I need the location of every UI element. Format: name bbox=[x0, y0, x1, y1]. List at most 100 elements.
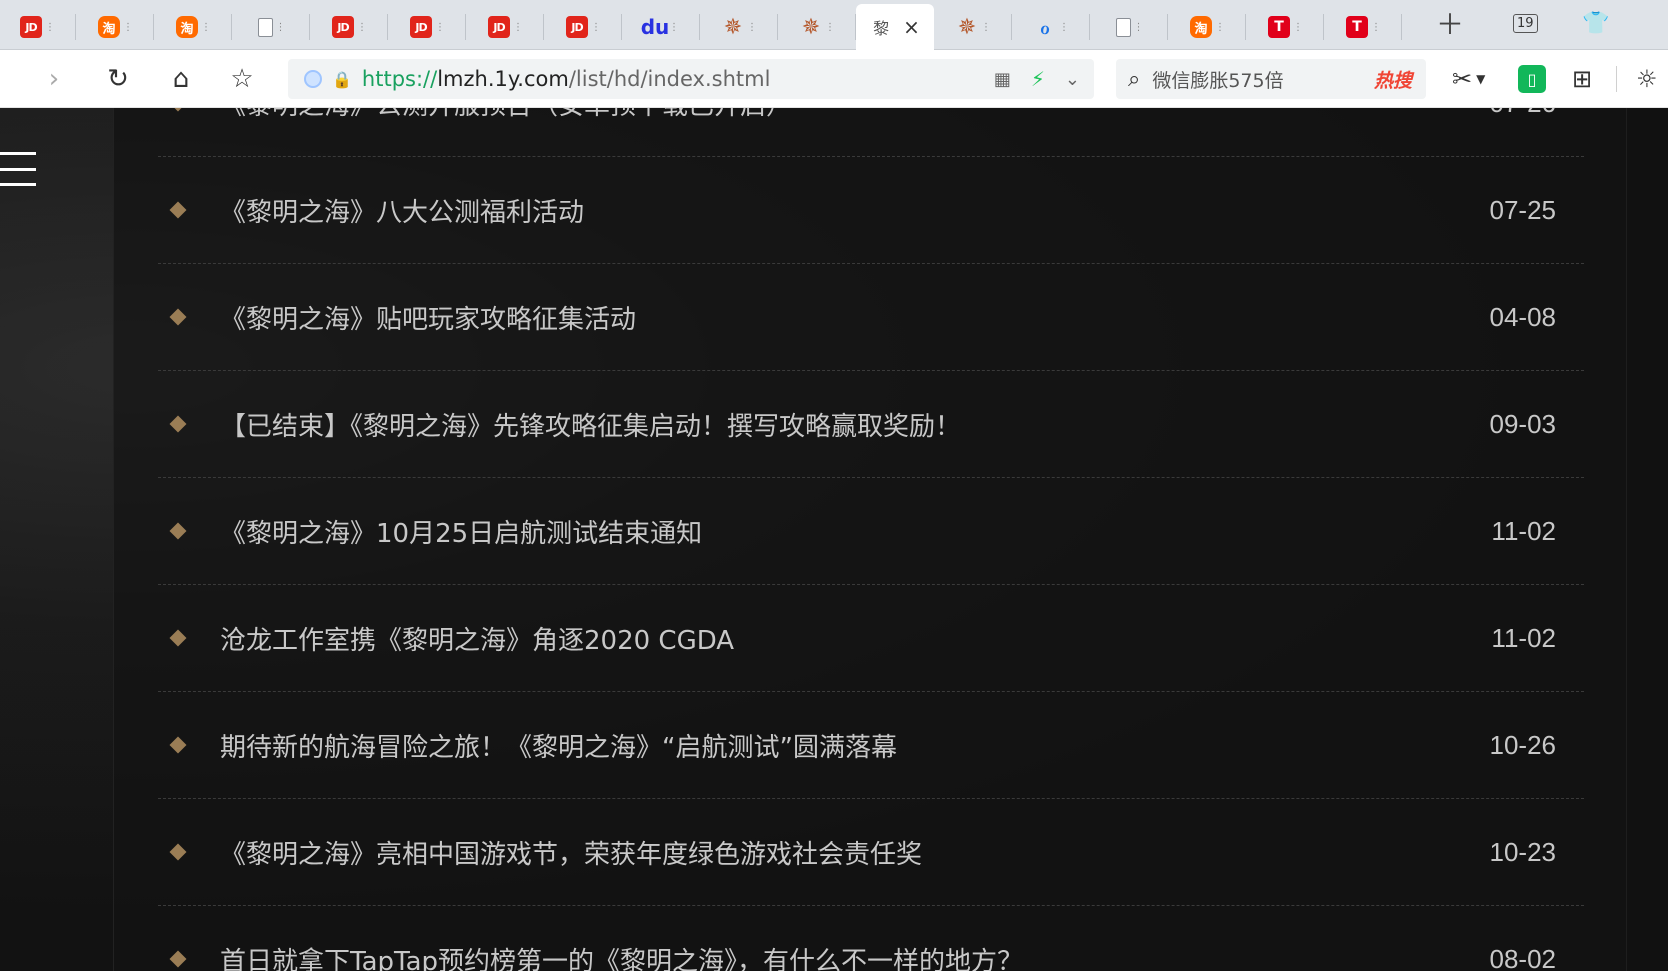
browser-tab[interactable]: T ⋮ bbox=[1324, 4, 1402, 50]
news-item[interactable]: 《黎明之海》公测开服预告（安卓预下载已开启） 07-26 bbox=[158, 108, 1584, 157]
close-tab-icon[interactable]: × bbox=[903, 15, 920, 39]
tab-overflow-icon: ⋮ bbox=[45, 21, 55, 33]
news-item[interactable]: 首日就拿下TapTap预约榜第一的《黎明之海》，有什么不一样的地方？ 08-02 bbox=[158, 906, 1584, 971]
apps-grid-icon[interactable]: ⊞ bbox=[1572, 50, 1592, 108]
tab-separator bbox=[1401, 14, 1402, 40]
browser-tab[interactable]: ✵ ⋮ bbox=[700, 4, 778, 50]
document-icon bbox=[1115, 17, 1131, 37]
news-item[interactable]: 【已结束】《黎明之海》先锋攻略征集启动！撰写攻略赢取奖励！ 09-03 bbox=[158, 371, 1584, 478]
news-date: 07-25 bbox=[1489, 194, 1557, 225]
browser-tab[interactable]: T ⋮ bbox=[1246, 4, 1324, 50]
news-date: 11-02 bbox=[1491, 515, 1556, 546]
news-item[interactable]: 期待新的航海冒险之旅！《黎明之海》“启航测试”圆满落幕 10-26 bbox=[158, 692, 1584, 799]
reload-icon[interactable]: ↻ bbox=[98, 50, 138, 108]
qr-code-icon[interactable]: ▦ bbox=[994, 69, 1011, 90]
tab-overflow-icon: ⋮ bbox=[591, 21, 601, 33]
diamond-bullet-icon bbox=[169, 415, 187, 433]
news-panel: 《黎明之海》公测开服预告（安卓预下载已开启） 07-26 《黎明之海》八大公测福利活… bbox=[113, 108, 1627, 971]
navigation-bar: › ↻ ⌂ ☆ 🔒 https://lmzh.1y.com/list/hd/in… bbox=[0, 50, 1668, 108]
news-item[interactable]: 沧龙工作室携《黎明之海》角逐2020 CGDA 11-02 bbox=[158, 585, 1584, 692]
tab-bar: JD ⋮ 淘 ⋮ 淘 ⋮ ⋮ JD ⋮ JD ⋮ JD ⋮ JD ⋮ du ⋮ ✵ ⋮ ✵ ⋮ 黎 × ✵ ⋮ ℴ ⋮ ⋮ 淘 ⋮ T ⋮ T ⋮… bbox=[0, 0, 1668, 50]
tab-overflow-icon: ⋮ bbox=[747, 21, 757, 33]
chevron-down-icon[interactable]: ⌄ bbox=[1065, 69, 1080, 90]
browser-tab[interactable]: 淘 ⋮ bbox=[154, 4, 232, 50]
home-icon[interactable]: ⌂ bbox=[161, 50, 201, 108]
tab-overflow-icon: ⋮ bbox=[513, 21, 523, 33]
news-item[interactable]: 《黎明之海》贴吧玩家攻略征集活动 04-08 bbox=[158, 264, 1584, 371]
hot-search-badge[interactable]: 热搜 bbox=[1374, 66, 1412, 93]
tab-overflow-icon: ⋮ bbox=[825, 21, 835, 33]
news-title[interactable]: 期待新的航海冒险之旅！《黎明之海》“启航测试”圆满落幕 bbox=[220, 727, 897, 764]
browser-tab[interactable]: 淘 ⋮ bbox=[76, 4, 154, 50]
news-title[interactable]: 【已结束】《黎明之海》先锋攻略征集启动！撰写攻略赢取奖励！ bbox=[220, 406, 961, 443]
page-content: 《黎明之海》公测开服预告（安卓预下载已开启） 07-26 《黎明之海》八大公测福利活… bbox=[0, 108, 1668, 971]
jd-icon: JD bbox=[410, 16, 432, 38]
tab-overflow-icon: ⋮ bbox=[201, 21, 211, 33]
browser-tab[interactable]: JD ⋮ bbox=[0, 4, 76, 50]
url-text: https://lmzh.1y.com/list/hd/index.shtml bbox=[361, 67, 771, 91]
taobao-icon: 淘 bbox=[1190, 16, 1212, 38]
address-bar[interactable]: 🔒 https://lmzh.1y.com/list/hd/index.shtm… bbox=[288, 59, 1094, 99]
toolbar-divider bbox=[1616, 66, 1617, 92]
tab-count-button[interactable]: 19 bbox=[1513, 0, 1538, 46]
reader-button[interactable]: ▯ bbox=[1518, 50, 1546, 108]
news-item[interactable]: 《黎明之海》10月25日启航测试结束通知 11-02 bbox=[158, 478, 1584, 585]
tab-overflow-icon: ⋮ bbox=[435, 21, 445, 33]
browser-tab[interactable]: ℴ ⋮ bbox=[1012, 4, 1090, 50]
search-icon: ⌕ bbox=[1128, 66, 1141, 92]
tmall-icon: T bbox=[1268, 16, 1290, 38]
news-title[interactable]: 沧龙工作室携《黎明之海》角逐2020 CGDA bbox=[220, 620, 734, 657]
browser-tab[interactable]: 黎 × bbox=[856, 4, 934, 50]
tab-overflow-icon: ⋮ bbox=[1059, 21, 1069, 33]
browser-tab[interactable]: ✵ ⋮ bbox=[934, 4, 1012, 50]
news-title[interactable]: 《黎明之海》八大公测福利活动 bbox=[220, 192, 584, 229]
news-title[interactable]: 首日就拿下TapTap预约榜第一的《黎明之海》，有什么不一样的地方？ bbox=[220, 941, 1023, 971]
news-item[interactable]: 《黎明之海》八大公测福利活动 07-25 bbox=[158, 157, 1584, 264]
gear-icon: ✵ bbox=[957, 14, 977, 40]
news-date: 10-23 bbox=[1489, 836, 1557, 867]
forward-icon[interactable]: › bbox=[34, 50, 74, 108]
browser-tab[interactable]: ✵ ⋮ bbox=[778, 4, 856, 50]
diamond-bullet-icon bbox=[169, 522, 187, 540]
news-title[interactable]: 《黎明之海》贴吧玩家攻略征集活动 bbox=[220, 299, 636, 336]
lightning-icon[interactable]: ⚡ bbox=[1031, 67, 1045, 91]
browser-tab[interactable]: JD ⋮ bbox=[310, 4, 388, 50]
baidu-icon: du bbox=[640, 15, 670, 39]
diamond-bullet-icon bbox=[169, 108, 187, 112]
tmall-icon: T bbox=[1346, 16, 1368, 38]
brightness-icon[interactable]: ☼ bbox=[1636, 50, 1658, 108]
skin-icon[interactable]: 👕 bbox=[1582, 0, 1609, 46]
browser-tab[interactable]: ⋮ bbox=[232, 4, 310, 50]
hamburger-menu-icon[interactable] bbox=[0, 152, 36, 186]
taobao-icon: 淘 bbox=[98, 16, 120, 38]
diamond-bullet-icon bbox=[169, 736, 187, 754]
diamond-bullet-icon bbox=[169, 201, 187, 219]
jd-icon: JD bbox=[332, 16, 354, 38]
news-date: 11-02 bbox=[1491, 622, 1556, 653]
diamond-bullet-icon bbox=[169, 843, 187, 861]
browser-tab[interactable]: JD ⋮ bbox=[466, 4, 544, 50]
gear-icon: ✵ bbox=[801, 14, 821, 40]
browser-tab[interactable]: JD ⋮ bbox=[388, 4, 466, 50]
browser-tab[interactable]: 淘 ⋮ bbox=[1168, 4, 1246, 50]
news-title[interactable]: 《黎明之海》公测开服预告（安卓预下载已开启） bbox=[220, 108, 792, 122]
search-box[interactable]: ⌕ 微信膨胀575倍 热搜 bbox=[1116, 59, 1426, 99]
tab-overflow-icon: ⋮ bbox=[275, 21, 286, 33]
new-tab-button[interactable]: ＋ bbox=[1430, 0, 1470, 46]
browser-tab[interactable]: ⋮ bbox=[1090, 4, 1168, 50]
browser-tab[interactable]: du ⋮ bbox=[622, 4, 700, 50]
news-date: 10-26 bbox=[1489, 729, 1557, 760]
news-item[interactable]: 《黎明之海》亮相中国游戏节，荣获年度绿色游戏社会责任奖 10-23 bbox=[158, 799, 1584, 906]
tab-overflow-icon: ⋮ bbox=[981, 21, 991, 33]
lock-icon: 🔒 bbox=[332, 69, 352, 89]
jd-icon: JD bbox=[566, 16, 588, 38]
tab-overflow-icon: ⋮ bbox=[1371, 21, 1381, 33]
bookmark-star-icon[interactable]: ☆ bbox=[222, 50, 262, 108]
diamond-bullet-icon bbox=[169, 950, 187, 968]
tab-overflow-icon: ⋮ bbox=[669, 21, 679, 33]
news-title[interactable]: 《黎明之海》亮相中国游戏节，荣获年度绿色游戏社会责任奖 bbox=[220, 834, 922, 871]
scissors-icon[interactable]: ✂ ▼ bbox=[1452, 50, 1485, 108]
news-title[interactable]: 《黎明之海》10月25日启航测试结束通知 bbox=[220, 513, 702, 550]
news-date: 07-26 bbox=[1490, 108, 1557, 119]
browser-tab[interactable]: JD ⋮ bbox=[544, 4, 622, 50]
